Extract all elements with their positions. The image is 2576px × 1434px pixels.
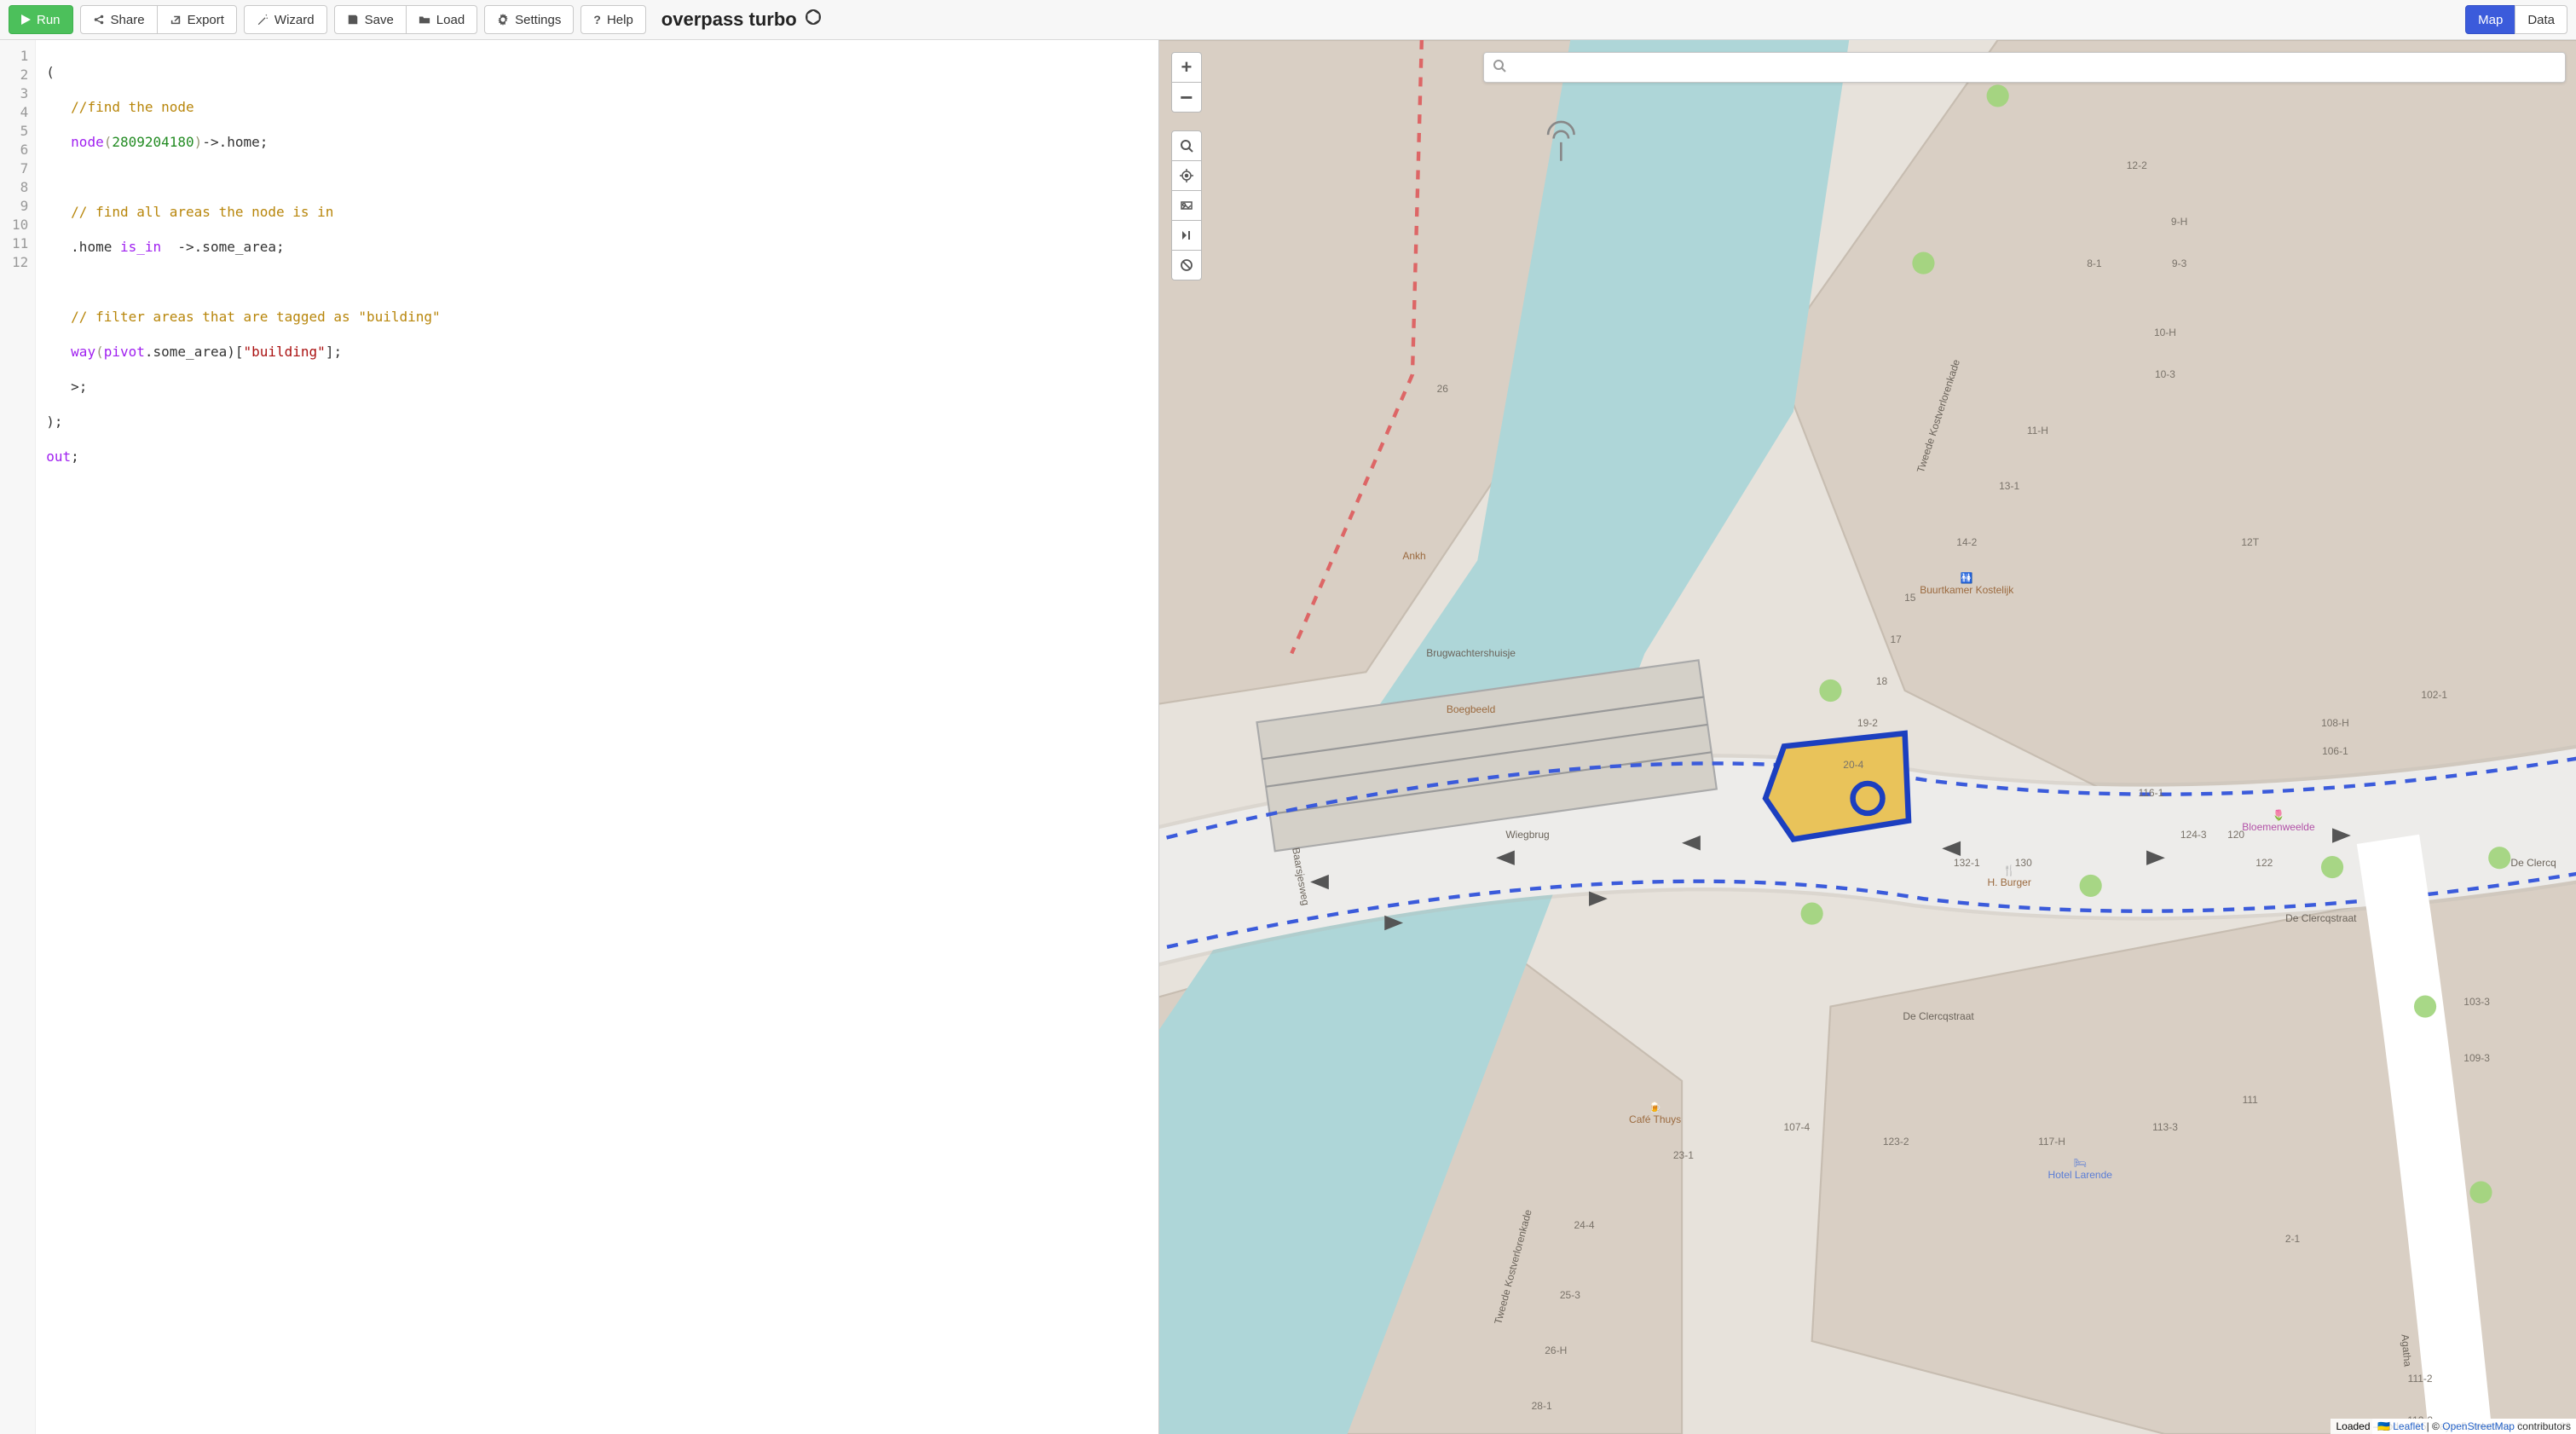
help-label: Help [607,13,633,27]
map-attribution: 🇺🇦 Leaflet | © OpenStreetMap contributor… [2372,1419,2576,1434]
folder-icon [419,14,430,26]
app-title: overpass turbo [661,8,823,32]
share-label: Share [111,13,145,27]
play-icon [21,14,31,25]
code-editor[interactable]: 123 456 789 101112 ( //find the node nod… [0,40,1159,1434]
run-label: Run [37,13,61,27]
wizard-button[interactable]: Wizard [244,5,327,34]
map-tab-label: Map [2478,13,2503,27]
osm-link[interactable]: OpenStreetMap [2442,1420,2515,1432]
data-tab-button[interactable]: Data [2515,5,2567,34]
fullscreen-button[interactable] [1171,220,1202,251]
map-search-box[interactable] [1483,52,2566,83]
gear-icon [497,14,509,26]
wand-icon [257,14,269,26]
leaflet-link[interactable]: Leaflet [2393,1420,2423,1432]
main-split: 123 456 789 101112 ( //find the node nod… [0,40,2576,1434]
map-tool-controls [1171,130,1202,280]
zoom-controls: + − [1171,52,1202,113]
load-button[interactable]: Load [406,5,477,34]
export-icon [170,14,182,26]
locate-button[interactable] [1171,160,1202,191]
search-icon [1493,59,1506,77]
map-svg [1159,40,2576,1434]
share-button[interactable]: Share [80,5,158,34]
clear-button[interactable] [1171,250,1202,280]
logo-icon [804,8,823,32]
settings-button[interactable]: Settings [484,5,574,34]
export-button[interactable]: Export [157,5,237,34]
save-label: Save [365,13,394,27]
load-label: Load [436,13,465,27]
map-tab-button[interactable]: Map [2465,5,2515,34]
save-icon [347,14,359,26]
settings-label: Settings [515,13,561,27]
share-icon [93,14,105,26]
zoom-out-button[interactable]: − [1171,82,1202,113]
line-gutter: 123 456 789 101112 [0,40,36,1434]
map-panel[interactable]: Wiegbrug De Clercqstraat De Clercqstraat… [1159,40,2576,1434]
zoom-in-button[interactable]: + [1171,52,1202,83]
export-label: Export [188,13,224,27]
save-button[interactable]: Save [334,5,407,34]
question-icon: ? [593,13,601,26]
search-tool-button[interactable] [1171,130,1202,161]
help-button[interactable]: ? Help [580,5,645,34]
map-search-input[interactable] [1513,61,2556,74]
wizard-label: Wizard [274,13,315,27]
bbox-button[interactable] [1171,190,1202,221]
map-footer: 🇺🇦 Leaflet | © OpenStreetMap contributor… [2331,1419,2576,1434]
toolbar: Run Share Export Wizard Save Load Settin… [0,0,2576,40]
code-area[interactable]: ( //find the node node(2809204180)->.hom… [36,40,450,1434]
run-button[interactable]: Run [9,5,73,34]
data-tab-label: Data [2527,13,2555,27]
